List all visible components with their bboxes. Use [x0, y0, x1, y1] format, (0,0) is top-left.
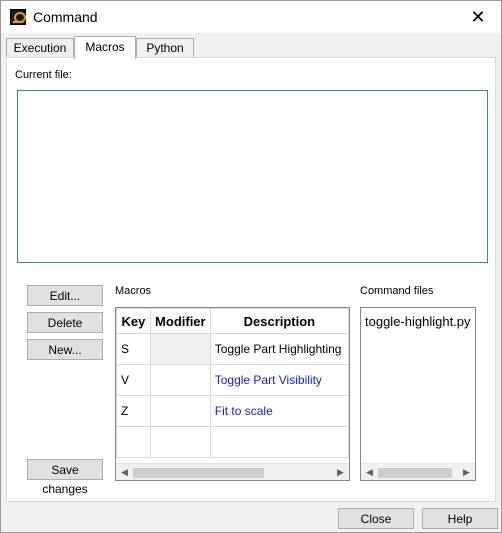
column-header-key[interactable]: Key: [116, 308, 151, 334]
row-key[interactable]: Z: [116, 395, 151, 427]
tab-python[interactable]: Python: [136, 38, 194, 58]
new-button[interactable]: New...: [27, 339, 103, 360]
window-title: Command: [33, 9, 98, 25]
title-bar: Command ✕: [1, 1, 501, 33]
command-files-list[interactable]: toggle-highlight.py ◀ ▶: [360, 307, 476, 481]
save-changes-button[interactable]: Save changes: [27, 459, 103, 496]
macros-label: Macros: [115, 285, 152, 297]
macros-table[interactable]: Key Modifier Description S Toggle Part H…: [115, 307, 350, 481]
scroll-left-icon[interactable]: ◀: [116, 464, 133, 480]
column-header-description[interactable]: Description: [209, 308, 349, 334]
close-window-button[interactable]: ✕: [455, 1, 501, 33]
row-modifier[interactable]: [149, 395, 211, 427]
scroll-left-icon[interactable]: ◀: [361, 464, 378, 480]
row-description[interactable]: [209, 426, 349, 458]
close-button[interactable]: Close: [338, 508, 414, 529]
row-key[interactable]: V: [116, 364, 151, 396]
scroll-right-icon[interactable]: ▶: [458, 464, 475, 480]
command-dialog: Command ✕ Execution Macros Python Curren…: [0, 0, 502, 533]
current-file-label: Current file:: [15, 69, 72, 81]
scrollbar-thumb[interactable]: [133, 468, 264, 478]
table-row[interactable]: Z Fit to scale: [116, 395, 349, 427]
row-description[interactable]: Toggle Part Highlighting: [209, 333, 349, 365]
macros-horizontal-scrollbar[interactable]: ◀ ▶: [116, 463, 349, 480]
macros-panel: Current file: Edit... Delete New... Save…: [6, 57, 496, 502]
edit-button[interactable]: Edit...: [27, 285, 103, 306]
command-files-label: Command files: [360, 285, 434, 297]
row-description[interactable]: Fit to scale: [209, 395, 349, 427]
row-modifier[interactable]: [149, 364, 211, 396]
scrollbar-thumb[interactable]: [378, 468, 452, 478]
table-row[interactable]: S Toggle Part Highlighting: [116, 333, 349, 365]
row-key[interactable]: S: [116, 333, 151, 365]
delete-button[interactable]: Delete: [27, 312, 103, 333]
row-key[interactable]: [116, 426, 151, 458]
row-modifier[interactable]: [149, 426, 211, 458]
scroll-right-icon[interactable]: ▶: [332, 464, 349, 480]
row-modifier[interactable]: [149, 333, 211, 365]
app-icon: [10, 9, 26, 25]
command-files-horizontal-scrollbar[interactable]: ◀ ▶: [361, 463, 475, 480]
tab-execution[interactable]: Execution: [6, 38, 74, 58]
help-button[interactable]: Help: [422, 508, 498, 529]
tab-macros[interactable]: Macros: [74, 36, 136, 59]
current-file-textarea[interactable]: [17, 90, 488, 263]
table-row[interactable]: [116, 426, 349, 458]
row-description[interactable]: Toggle Part Visibility: [209, 364, 349, 396]
list-item[interactable]: toggle-highlight.py: [365, 314, 471, 329]
column-header-modifier[interactable]: Modifier: [149, 308, 211, 334]
table-row[interactable]: V Toggle Part Visibility: [116, 364, 349, 396]
